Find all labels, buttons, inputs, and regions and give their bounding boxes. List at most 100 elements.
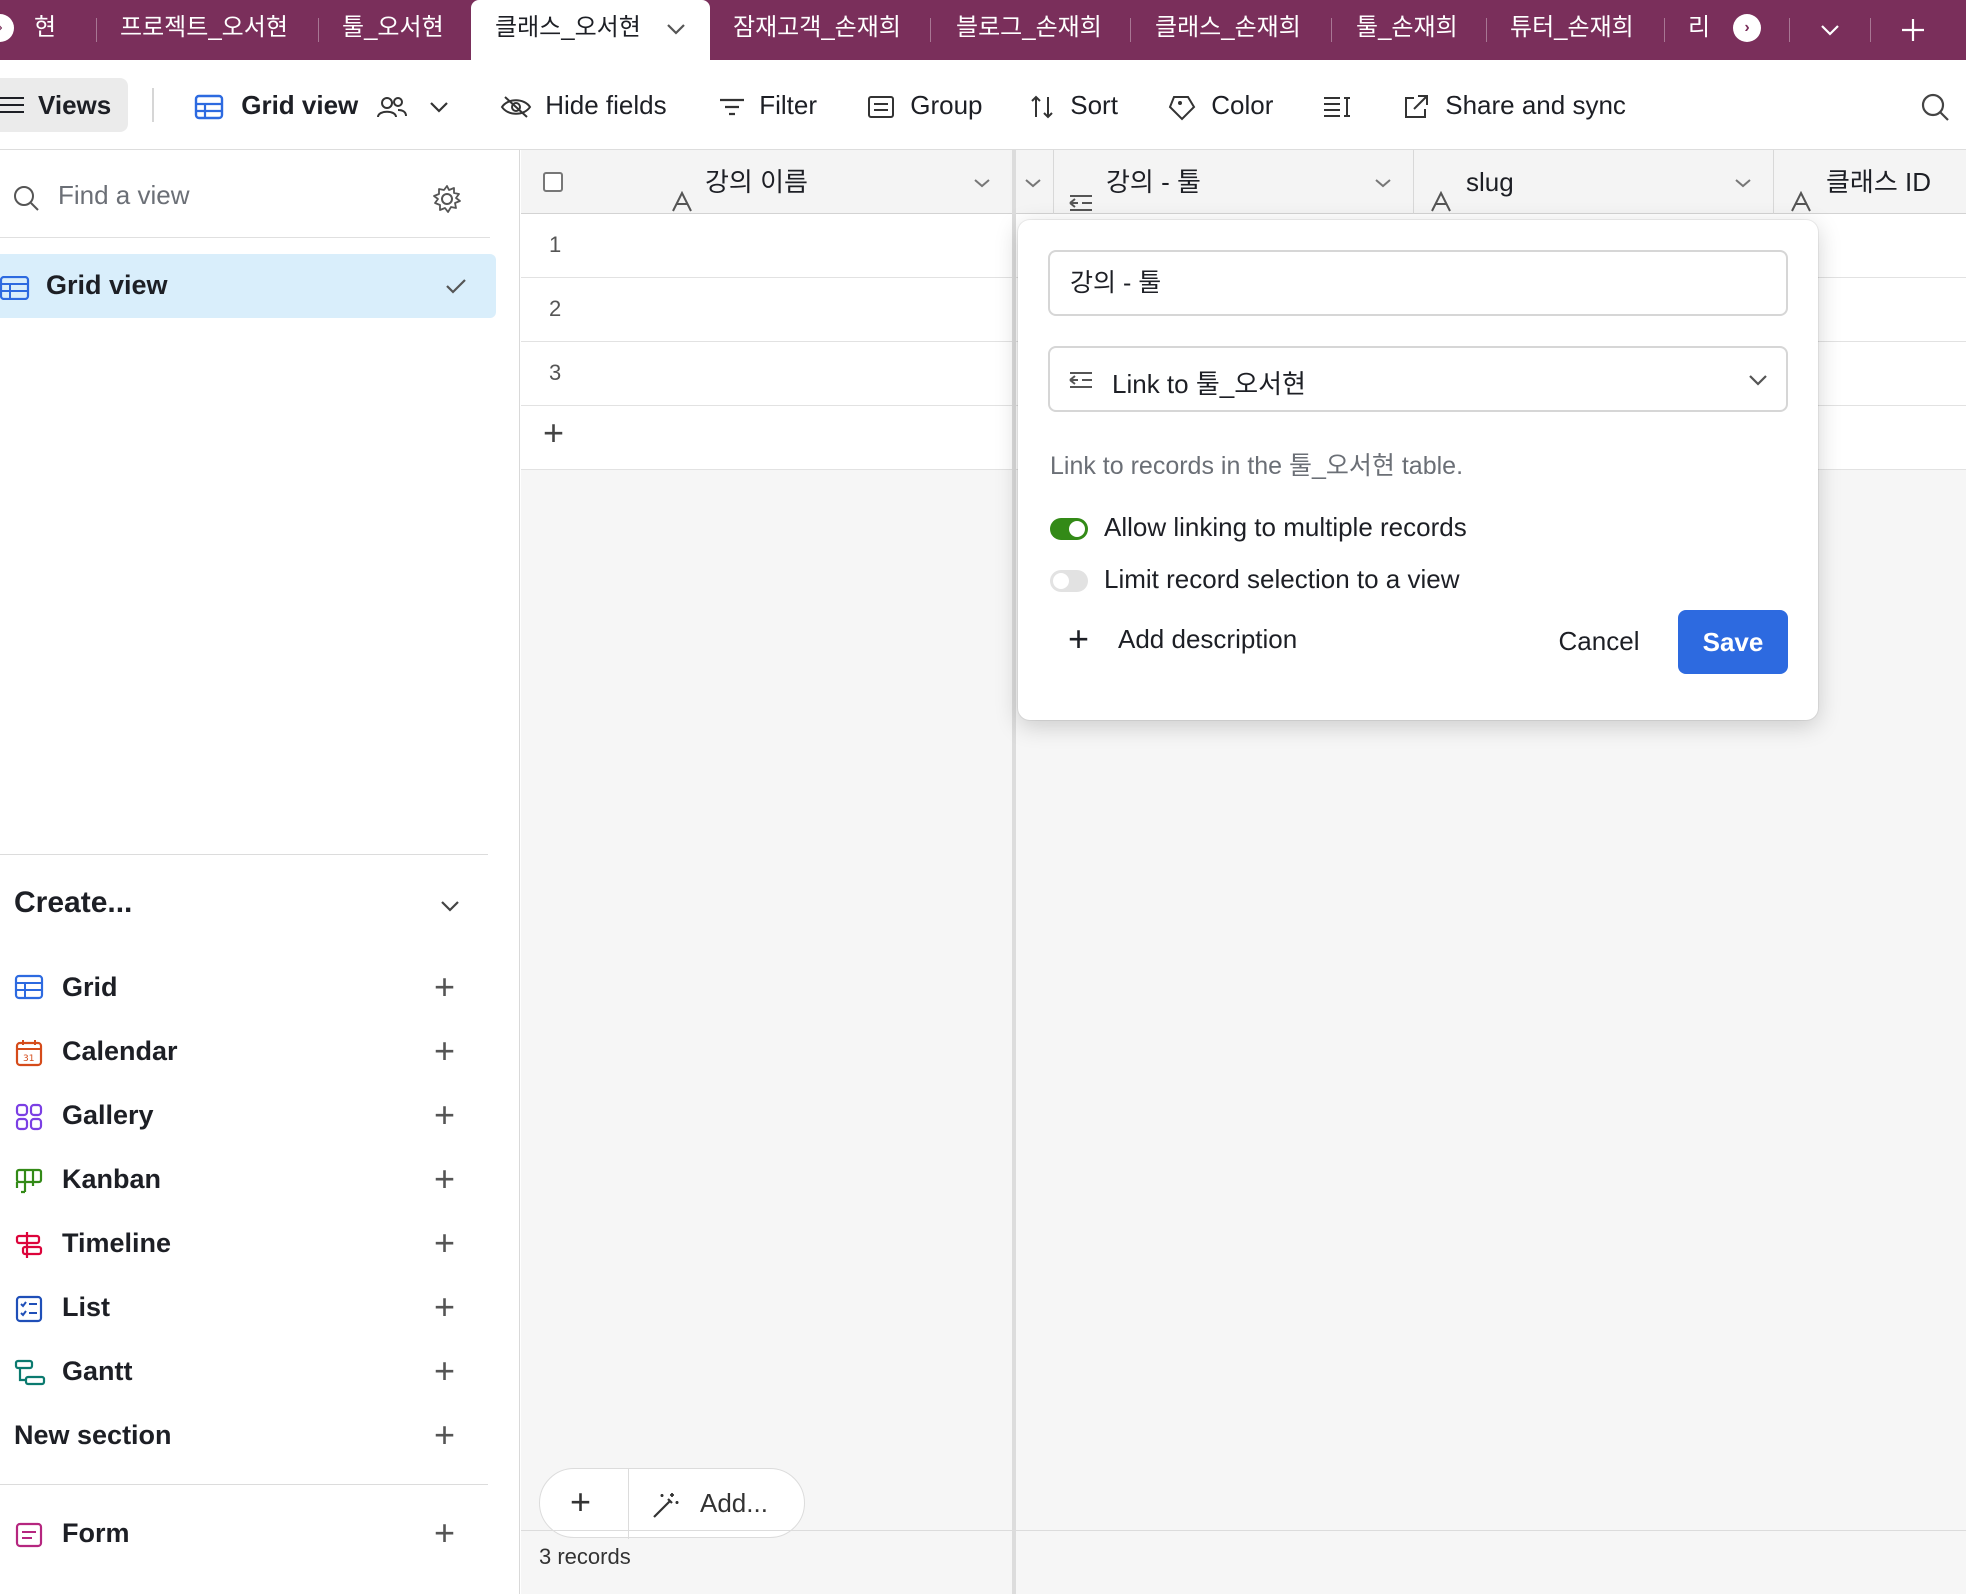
views-sidebar: Find a view Grid view Create... Grid + 3… [0, 150, 520, 1594]
create-section-header[interactable]: Create... [14, 886, 132, 920]
hide-fields-button[interactable]: Hide fields [500, 84, 667, 126]
column-header-lecture-name[interactable]: 강의 이름 [521, 150, 1012, 214]
plus-icon[interactable]: + [434, 1417, 455, 1453]
chevron-down-icon[interactable] [1748, 366, 1768, 392]
column-header-lecture-tool[interactable]: 강의 - 툴 [1054, 150, 1414, 214]
plus-icon[interactable]: + [434, 969, 455, 1005]
sidebar-divider [0, 854, 488, 855]
text-field-icon [671, 172, 693, 214]
chevron-down-icon[interactable] [1734, 150, 1752, 214]
sort-icon [1029, 90, 1062, 120]
chevron-down-icon[interactable] [973, 150, 991, 214]
color-button[interactable]: Color [1168, 84, 1273, 126]
add-button-label[interactable]: Add... [700, 1488, 768, 1519]
plus-icon[interactable]: + [434, 1353, 455, 1389]
plus-icon[interactable]: + [434, 1097, 455, 1133]
chevron-down-icon[interactable] [429, 90, 449, 120]
field-type-description: Link to records in the 툴_오서현 table. [1050, 452, 1464, 480]
create-item-label: Calendar [62, 1036, 178, 1066]
tab-blog[interactable]: 블로그_손재희 [956, 0, 1102, 60]
plus-icon[interactable]: + [434, 1161, 455, 1197]
tab-tool[interactable]: 툴_오서현 [342, 0, 444, 60]
create-new-section-item[interactable]: New section + [0, 1404, 488, 1468]
sidebar-view-grid-view[interactable]: Grid view [0, 254, 496, 318]
search-button[interactable] [1920, 84, 1950, 126]
collaborative-view-icon [376, 90, 415, 120]
row-height-icon [1322, 90, 1352, 120]
cancel-button[interactable]: Cancel [1544, 610, 1654, 672]
create-gantt-item[interactable]: Gantt + [0, 1340, 488, 1404]
column-resize-chevron[interactable] [1016, 150, 1054, 214]
tab-class-active[interactable]: 클래스_오서현 [471, 0, 710, 60]
view-switcher-button[interactable]: Grid view [194, 84, 449, 126]
plus-icon: + [1068, 618, 1090, 659]
magic-wand-icon[interactable] [650, 1491, 680, 1526]
field-type-select[interactable]: Link to 툴_오서현 [1048, 346, 1788, 412]
allow-multiple-toggle[interactable] [1050, 518, 1088, 540]
tab-partial-last[interactable]: 리 [1688, 0, 1710, 60]
create-kanban-item[interactable]: Kanban + [0, 1148, 488, 1212]
limit-view-label: Limit record selection to a view [1104, 564, 1460, 594]
tab-separator [1789, 18, 1790, 42]
create-timeline-item[interactable]: Timeline + [0, 1212, 488, 1276]
create-list-item[interactable]: List + [0, 1276, 488, 1340]
create-form-item[interactable]: Form + [0, 1502, 488, 1566]
chevron-down-icon[interactable] [1024, 150, 1042, 214]
create-grid-item[interactable]: Grid + [0, 956, 488, 1020]
plus-icon[interactable]: + [543, 412, 564, 454]
share-and-sync-button[interactable]: Share and sync [1402, 84, 1626, 126]
add-table-plus-icon[interactable] [1888, 0, 1938, 60]
tab-partial-first[interactable]: 현 [34, 0, 56, 60]
hamburger-icon [0, 97, 24, 113]
tab-project[interactable]: 프로젝트_오서현 [120, 0, 288, 60]
limit-view-toggle[interactable] [1050, 570, 1088, 592]
plus-icon[interactable]: + [434, 1225, 455, 1261]
plus-icon[interactable]: + [434, 1033, 455, 1069]
column-header-slug[interactable]: slug [1414, 150, 1774, 214]
tab-class-2[interactable]: 클래스_손재희 [1155, 0, 1301, 60]
tab-tutor[interactable]: 튜터_손재희 [1510, 0, 1634, 60]
chevron-down-icon[interactable] [1374, 150, 1392, 214]
find-view-field[interactable]: Find a view [0, 150, 490, 238]
timeline-icon [14, 1230, 44, 1260]
base-tab-bar: › 현 프로젝트_오서현 툴_오서현 클래스_오서현 잠재고객_손재희 블로그_… [0, 0, 1966, 60]
link-field-icon [1068, 172, 1094, 214]
create-gallery-item[interactable]: Gallery + [0, 1084, 488, 1148]
grid-icon [14, 974, 44, 1004]
column-label: 클래스 ID [1826, 167, 1931, 197]
plus-icon[interactable]: + [434, 1289, 455, 1325]
gear-icon[interactable] [432, 184, 462, 219]
hide-fields-label: Hide fields [545, 90, 667, 120]
create-calendar-item[interactable]: 31 Calendar + [0, 1020, 488, 1084]
group-button[interactable]: Group [867, 84, 983, 126]
views-toggle-button[interactable]: Views [0, 78, 128, 132]
plus-icon[interactable]: + [434, 1515, 455, 1551]
chevron-down-icon[interactable] [440, 892, 460, 918]
allow-multiple-label: Allow linking to multiple records [1104, 512, 1467, 542]
column-header-class-id[interactable]: 클래스 ID [1774, 150, 1966, 214]
row-height-button[interactable] [1322, 84, 1352, 126]
field-type-label: Link to 툴_오서현 [1112, 369, 1306, 399]
scroll-left-icon[interactable]: › [0, 14, 14, 42]
plus-icon[interactable]: + [570, 1481, 591, 1523]
column-label: 강의 - 툴 [1106, 167, 1201, 197]
frozen-column-divider[interactable] [1012, 150, 1016, 1594]
pill-divider [628, 1469, 629, 1539]
group-label: Group [910, 90, 983, 120]
tab-tool-2[interactable]: 툴_손재희 [1356, 0, 1458, 60]
chevron-down-icon[interactable] [666, 0, 686, 56]
tab-separator [96, 18, 97, 42]
sort-button[interactable]: Sort [1029, 84, 1118, 126]
gallery-icon [14, 1102, 44, 1132]
filter-button[interactable]: Filter [718, 84, 817, 126]
save-button[interactable]: Save [1678, 610, 1788, 674]
scroll-right-icon[interactable]: › [1733, 14, 1761, 42]
tabs-menu-chevron-icon[interactable] [1805, 0, 1855, 60]
field-name-input[interactable]: 강의 - 툴 [1048, 250, 1788, 316]
tab-prospect[interactable]: 잠재고객_손재희 [733, 0, 901, 60]
create-item-label: Form [62, 1518, 130, 1548]
create-item-label: Gallery [62, 1100, 154, 1130]
column-label: 강의 이름 [705, 167, 808, 197]
checkmark-icon [444, 272, 468, 303]
link-field-icon [1068, 370, 1094, 395]
